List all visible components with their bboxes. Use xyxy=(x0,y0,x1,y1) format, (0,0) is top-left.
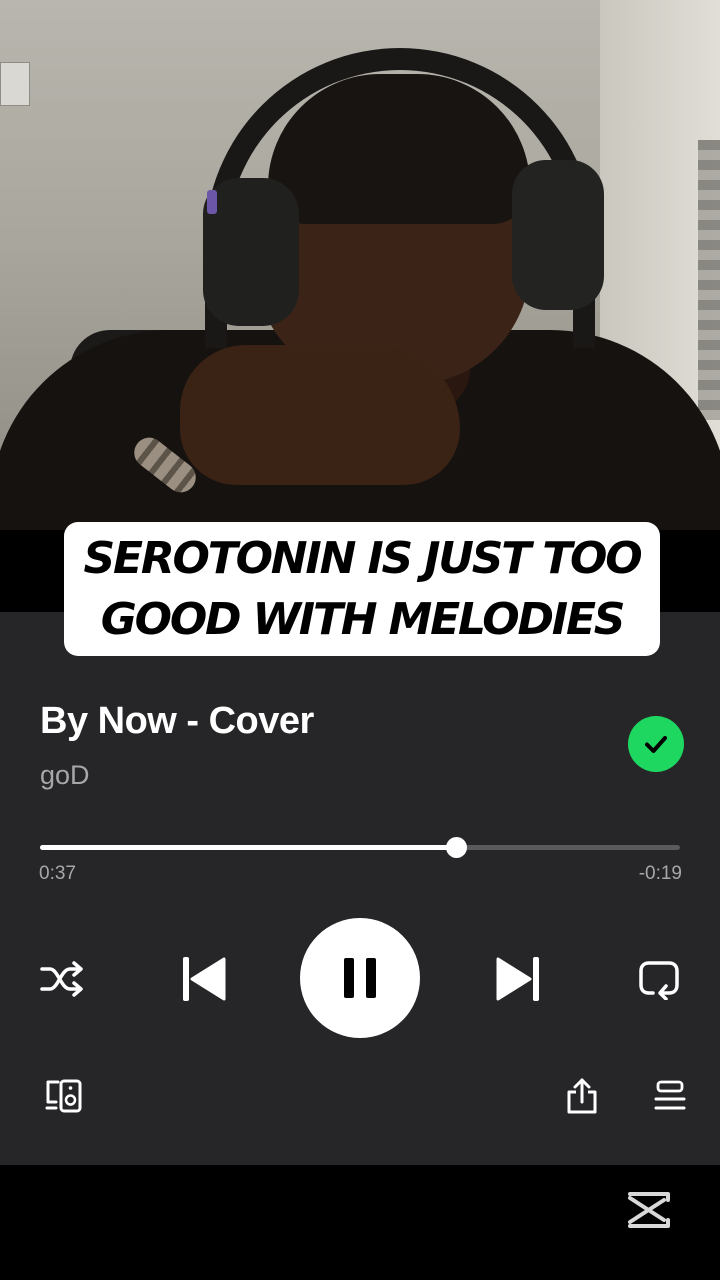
screen: SEROTONIN IS JUST TOO GOOD WITH MELODIES… xyxy=(0,0,720,1280)
remaining-time: -0:19 xyxy=(638,863,682,884)
repeat-button[interactable] xyxy=(636,956,682,1002)
now-playing-panel xyxy=(0,612,720,1165)
share-icon xyxy=(567,1078,597,1114)
share-button[interactable] xyxy=(564,1076,600,1116)
track-title[interactable]: By Now - Cover xyxy=(40,700,314,743)
headphones-right-cup xyxy=(512,160,604,310)
caption-box: SEROTONIN IS JUST TOO GOOD WITH MELODIES xyxy=(64,522,660,656)
skip-next-icon xyxy=(496,957,539,1001)
video-frame xyxy=(0,0,720,530)
shuffle-button[interactable] xyxy=(38,957,86,1001)
progress-handle[interactable] xyxy=(446,837,467,858)
connect-device-button[interactable] xyxy=(44,1078,84,1114)
connect-device-icon xyxy=(45,1079,82,1113)
elapsed-time: 0:37 xyxy=(39,863,76,884)
artist-name[interactable]: goD xyxy=(40,760,90,791)
pause-icon xyxy=(344,958,376,998)
pause-button[interactable] xyxy=(300,918,420,1038)
curtain xyxy=(698,140,720,420)
check-icon xyxy=(645,736,667,753)
next-button[interactable] xyxy=(494,954,542,1004)
liked-button[interactable] xyxy=(628,716,684,772)
caption-line-2: GOOD WITH MELODIES xyxy=(100,594,626,645)
queue-icon xyxy=(654,1080,686,1110)
progress-fill xyxy=(40,845,456,850)
capcut-watermark xyxy=(626,1190,672,1230)
previous-button[interactable] xyxy=(180,954,228,1004)
capcut-logo-icon xyxy=(628,1192,670,1228)
headphones-left-cup xyxy=(203,178,299,326)
caption-line-1: SEROTONIN IS JUST TOO xyxy=(83,533,643,584)
light-switch xyxy=(0,62,30,106)
queue-button[interactable] xyxy=(652,1078,688,1114)
skip-previous-icon xyxy=(183,957,226,1001)
headphones-accent xyxy=(207,190,217,214)
repeat-icon xyxy=(639,961,679,1000)
person-hand xyxy=(180,345,460,485)
progress-bar[interactable] xyxy=(40,837,680,858)
shuffle-icon xyxy=(40,961,83,997)
